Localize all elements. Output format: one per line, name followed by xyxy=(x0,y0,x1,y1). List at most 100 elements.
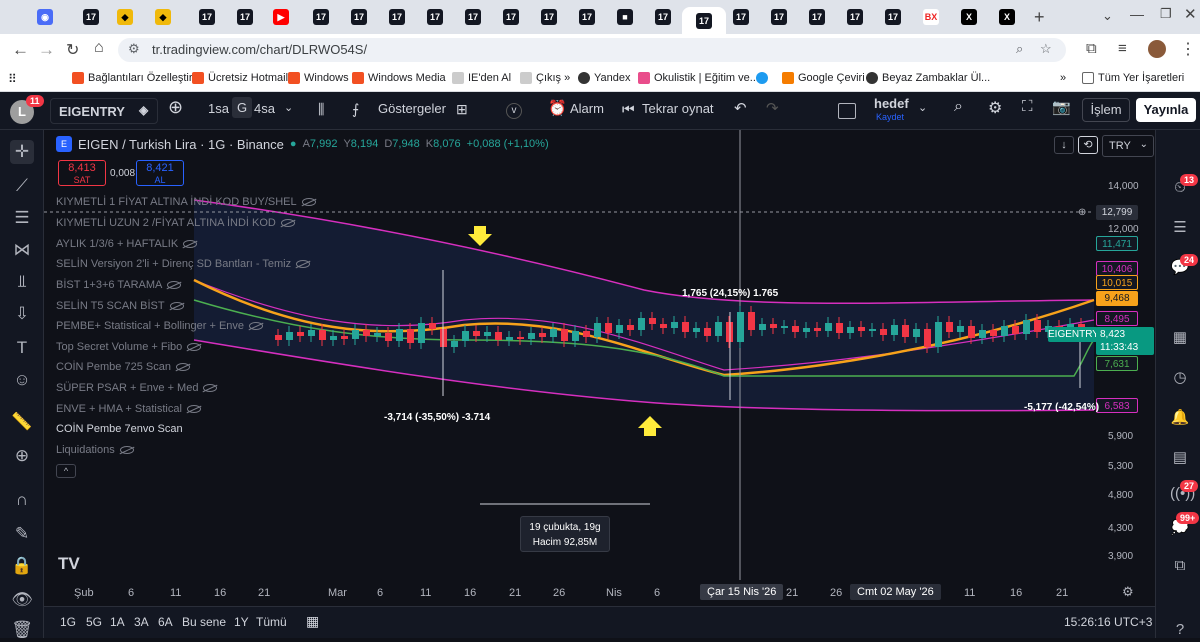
browser-tab[interactable]: X xyxy=(996,7,1018,27)
tab-list-icon[interactable]: ⌄ xyxy=(1102,8,1113,24)
indicator-row[interactable]: AYLIK 1/3/6 + HAFTALIK xyxy=(56,238,198,250)
text-icon[interactable]: T xyxy=(10,336,34,360)
settings-icon[interactable]: ⚙ xyxy=(988,98,1002,118)
media-icon[interactable]: ≡ xyxy=(1118,40,1127,57)
trash-icon[interactable]: 🗑 xyxy=(10,618,34,642)
watchlist-icon[interactable]: ☰ xyxy=(1170,218,1190,238)
extensions-icon[interactable]: ⧉ xyxy=(1086,40,1097,57)
range-5d[interactable]: 5G xyxy=(86,615,102,629)
indicators-icon[interactable]: ⨍ xyxy=(352,101,359,118)
hidden-eye-icon[interactable] xyxy=(183,240,198,248)
apps-icon[interactable]: ⠿ xyxy=(8,72,17,86)
close-window-icon[interactable]: ✕ xyxy=(1184,5,1197,23)
bookmark-item[interactable]: Google Çeviri xyxy=(782,72,865,84)
browser-tab[interactable]: 17 xyxy=(652,7,674,27)
templates-icon[interactable]: ⊞ xyxy=(456,101,468,118)
interval-dropdown-icon[interactable]: ⌄ xyxy=(284,101,293,114)
browser-tab[interactable]: ◆ xyxy=(152,7,174,27)
alarm-icon[interactable]: ⏰ xyxy=(548,99,567,117)
browser-tab[interactable]: 17 xyxy=(538,7,560,27)
symbol-search[interactable]: EIGENTRY ◈ xyxy=(50,98,158,124)
eye-icon[interactable]: 👁 xyxy=(10,588,34,612)
tradingview-logo[interactable]: TV xyxy=(58,554,80,574)
compare-plus-icon[interactable]: ⊕ xyxy=(168,97,183,118)
calendar-icon[interactable]: ▦ xyxy=(1170,328,1190,348)
indicator-row[interactable]: SELİN Versiyon 2'li + Direnç SD Bantları… xyxy=(56,258,311,270)
bookmark-item[interactable]: Windows Media xyxy=(352,72,446,84)
range-ytd[interactable]: Bu sene xyxy=(182,615,226,629)
chart-pane[interactable]: E EIGEN / Turkish Lira · 1G · Binance ● … xyxy=(44,130,1155,606)
bookmark-overflow[interactable]: » xyxy=(1060,72,1066,84)
browser-tab[interactable]: ■ xyxy=(614,7,636,27)
interval-1h[interactable]: 1sa xyxy=(208,101,229,116)
indicator-row[interactable]: KIYMETLİ UZUN 2 /FİYAT ALTINA İNDİ KOD xyxy=(56,217,295,229)
browser-tab[interactable]: 17 xyxy=(424,7,446,27)
home-icon[interactable]: ⌂ xyxy=(94,39,104,57)
range-1m[interactable]: 1A xyxy=(110,615,125,629)
range-3m[interactable]: 3A xyxy=(134,615,149,629)
indicator-row[interactable]: SÜPER PSAR + Enve + Med xyxy=(56,382,218,394)
indicator-row[interactable]: COİN Pembe 725 Scan xyxy=(56,361,190,373)
browser-tab[interactable]: BX xyxy=(920,7,942,27)
interval-4h[interactable]: 4sa xyxy=(254,101,275,116)
replay-button[interactable]: Tekrar oynat xyxy=(642,101,714,116)
new-tab-icon[interactable]: + xyxy=(1034,7,1045,28)
bookmark-item[interactable]: IE'den Al xyxy=(452,72,511,84)
undo-icon[interactable]: ↶ xyxy=(734,99,747,117)
add-alert-plus-icon[interactable]: ⊕ xyxy=(1078,205,1086,220)
crosshair-icon[interactable]: ✛ xyxy=(10,140,34,164)
layout-save-label[interactable]: Kaydet xyxy=(876,112,904,122)
reload-icon[interactable]: ↻ xyxy=(66,40,79,60)
browser-tab[interactable]: 17 xyxy=(462,7,484,27)
bell-icon[interactable]: 🔔 xyxy=(1170,408,1190,428)
indicator-row[interactable]: SELİN T5 SCAN BİST xyxy=(56,300,184,312)
range-1d[interactable]: 1G xyxy=(60,615,76,629)
emoji-icon[interactable]: ☺ xyxy=(10,368,34,392)
browser-tab[interactable]: 17 xyxy=(80,7,102,27)
collapse-legend-button[interactable]: ^ xyxy=(56,464,76,478)
indicator-row[interactable]: Top Secret Volume + Fibo xyxy=(56,341,202,353)
range-6m[interactable]: 6A xyxy=(158,615,173,629)
hidden-eye-icon[interactable] xyxy=(296,260,311,268)
bookmark-item[interactable]: Ücretsiz Hotmail xyxy=(192,72,288,84)
symbol-title[interactable]: EIGEN / Turkish Lira · 1G · Binance xyxy=(78,137,284,152)
url-bar[interactable]: ⚙ tr.tradingview.com/chart/DLRWO54S/ ⌕ ☆ xyxy=(118,38,1066,62)
templates-dropdown-icon[interactable]: v xyxy=(506,103,522,119)
browser-tab[interactable]: ▶ xyxy=(270,7,292,27)
fib-icon[interactable]: ☰ xyxy=(10,206,34,230)
bookmark-item[interactable]: Tüm Yer İşaretleri xyxy=(1082,72,1184,84)
trendline-icon[interactable]: ⟋ xyxy=(10,174,34,198)
browser-tab[interactable]: 17 xyxy=(500,7,522,27)
bookmark-item[interactable]: Bağlantıları Özelleştir xyxy=(72,72,193,84)
buy-button[interactable]: 8,421 AL xyxy=(136,160,184,186)
browser-tab[interactable]: 17 xyxy=(576,7,598,27)
hidden-eye-icon[interactable] xyxy=(119,446,134,454)
publish-button[interactable]: Yayınla xyxy=(1136,98,1196,122)
forward-icon[interactable]: → xyxy=(38,40,55,60)
bookmark-item[interactable]: Çıkış » xyxy=(520,72,570,84)
screener-icon[interactable]: ▤ xyxy=(1170,448,1190,468)
browser-tab[interactable]: 17 xyxy=(386,7,408,27)
bookmark-item[interactable]: Yandex xyxy=(578,72,631,84)
browser-tab[interactable]: 17 xyxy=(234,7,256,27)
go-to-date-icon[interactable]: ▦ xyxy=(306,613,319,630)
browser-tab[interactable]: 17 xyxy=(730,7,752,27)
browser-tab[interactable]: 17 xyxy=(348,7,370,27)
browser-tab[interactable]: X xyxy=(958,7,980,27)
chart-type-candles-icon[interactable]: ⫼ xyxy=(318,101,324,118)
pattern-icon[interactable]: ⋈ xyxy=(10,238,34,262)
ruler-icon[interactable]: 📏 xyxy=(10,410,34,434)
indicator-row[interactable]: ENVE + HMA + Statistical xyxy=(56,403,201,415)
browser-tab-active[interactable]: 17 xyxy=(682,7,726,34)
maximize-icon[interactable]: ❐ xyxy=(1160,6,1172,22)
pine-icon[interactable]: ⧉ xyxy=(1170,556,1190,576)
help-icon[interactable]: ? xyxy=(1170,620,1190,640)
browser-tab[interactable]: 17 xyxy=(310,7,332,27)
back-icon[interactable]: ← xyxy=(12,40,29,60)
zoom-icon[interactable]: ⌕ xyxy=(1016,41,1023,57)
bookmark-item[interactable] xyxy=(756,72,768,84)
indicator-row[interactable]: KIYMETLİ 1 FİYAT ALTINA İNDİ KOD BUY/SHE… xyxy=(56,196,316,208)
browser-tab[interactable]: 17 xyxy=(882,7,904,27)
snapshot-icon[interactable]: 📷 xyxy=(1052,98,1071,116)
hidden-eye-icon[interactable] xyxy=(167,281,182,289)
